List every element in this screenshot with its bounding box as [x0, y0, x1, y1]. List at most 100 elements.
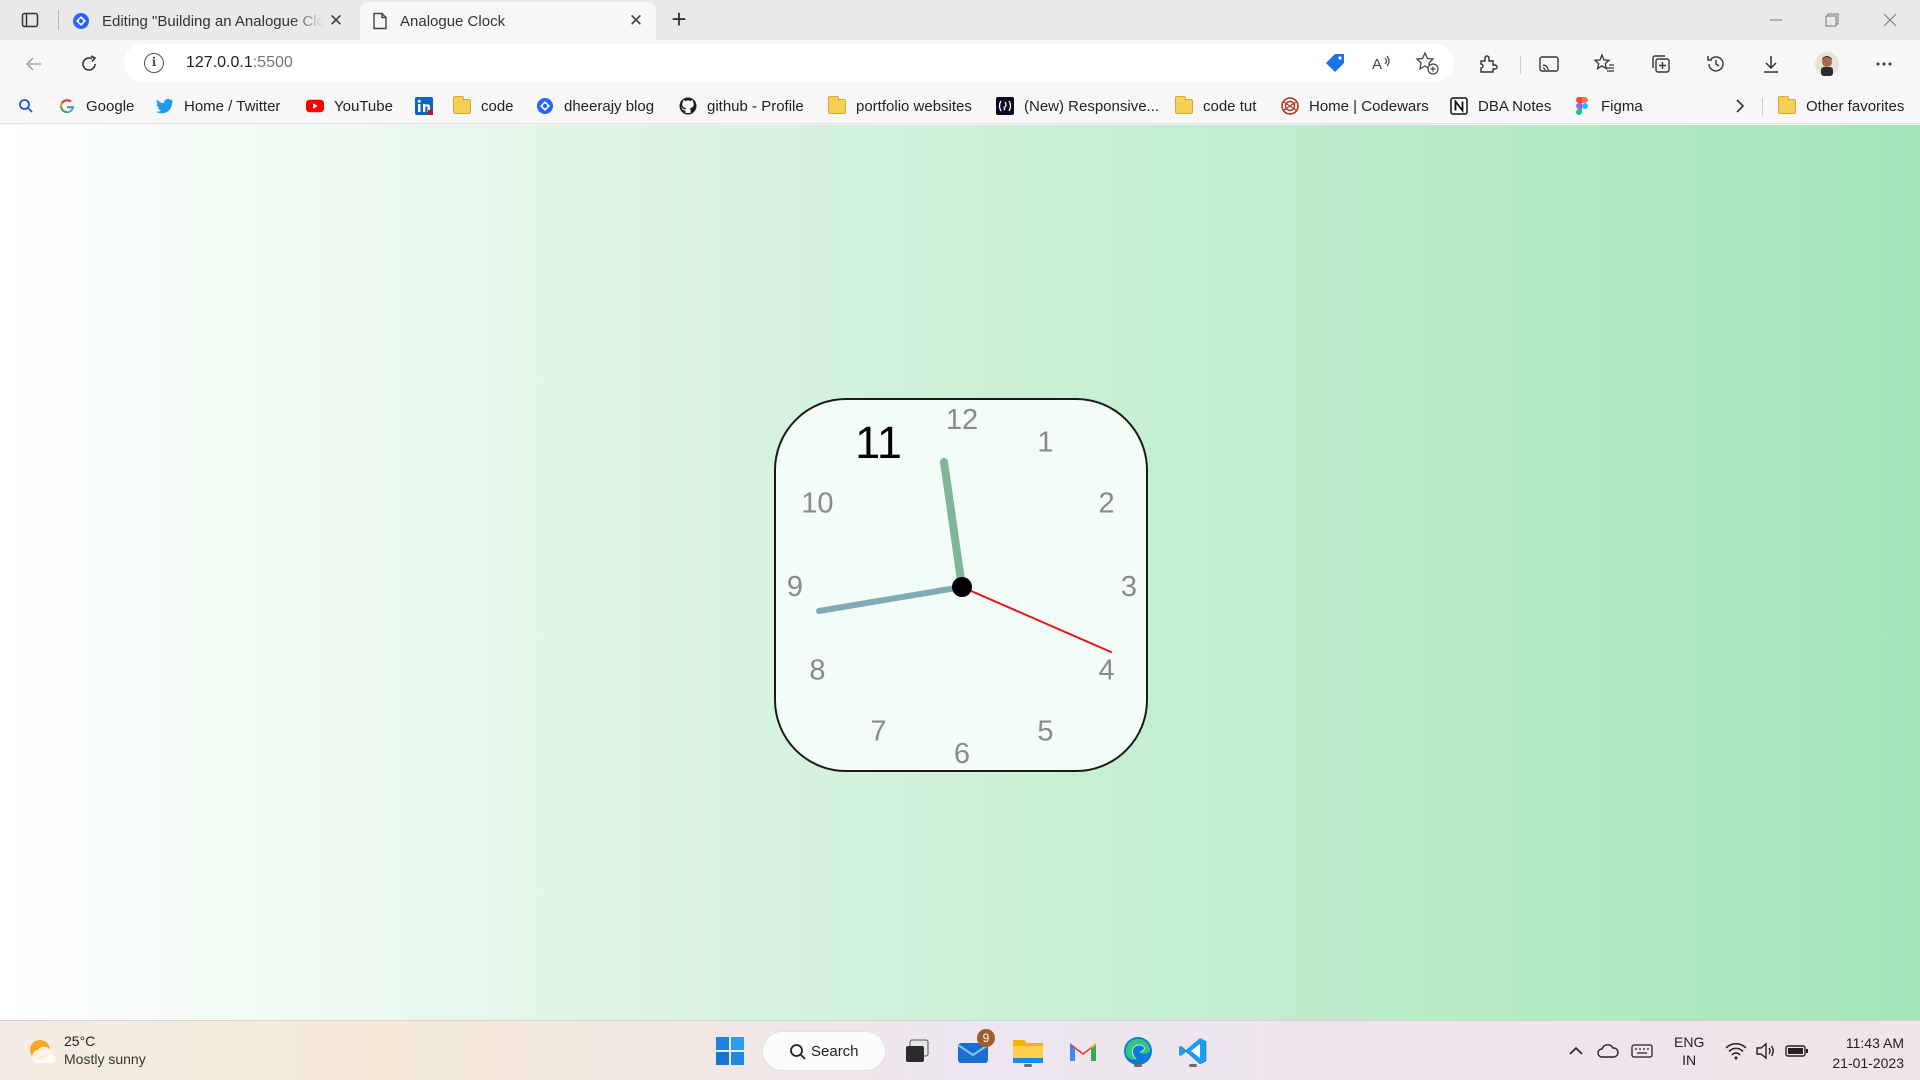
fav-github[interactable]: github - Profile	[679, 95, 804, 117]
fav-linkedin[interactable]	[415, 95, 443, 117]
settings-more-button[interactable]	[1868, 48, 1900, 80]
onedrive-button[interactable]	[1596, 1039, 1620, 1063]
history-button[interactable]	[1700, 48, 1732, 80]
folder-icon	[1778, 95, 1796, 115]
clock-center-pin	[952, 577, 972, 597]
task-view-button[interactable]	[897, 1031, 937, 1071]
add-favorite-icon[interactable]	[1414, 50, 1440, 76]
file-explorer-button[interactable]	[1008, 1031, 1048, 1071]
refresh-button[interactable]	[73, 48, 105, 80]
clock-number-2: 2	[1099, 488, 1115, 520]
profile-button[interactable]	[1811, 48, 1843, 80]
restore-icon	[1825, 13, 1839, 27]
avatar	[1815, 52, 1839, 76]
running-indicator	[1189, 1064, 1197, 1067]
tab-editing-blog[interactable]: Editing "Building an Analogue Clock ✕	[60, 2, 356, 40]
blog-icon	[536, 97, 554, 115]
fav-youtube[interactable]: YouTube	[306, 95, 393, 117]
speaker-icon	[1756, 1042, 1774, 1060]
language-code: ENG	[1674, 1034, 1705, 1050]
search-label: Search	[811, 1042, 859, 1060]
fav-twitter[interactable]: Home / Twitter	[156, 95, 280, 117]
tab-title: Analogue Clock	[400, 12, 506, 30]
fav-label: Home / Twitter	[184, 97, 281, 115]
system-time: 11:43 AM	[1845, 1035, 1904, 1051]
mail-app-button[interactable]: 9	[953, 1029, 995, 1071]
fav-codewars[interactable]: Home | Codewars	[1281, 95, 1429, 117]
wifi-status[interactable]	[1724, 1039, 1748, 1063]
refresh-icon	[82, 55, 97, 71]
folder-icon	[1175, 95, 1193, 115]
keyboard-icon	[1631, 1044, 1653, 1058]
battery-status[interactable]	[1785, 1039, 1809, 1063]
edge-blog-icon	[73, 13, 89, 29]
favorites-overflow-button[interactable]	[1734, 95, 1746, 117]
search-icon	[19, 99, 33, 113]
coupon-tag-icon[interactable]	[1322, 50, 1348, 76]
clock-number-6: 6	[954, 738, 970, 770]
restore-button[interactable]	[1804, 0, 1860, 40]
tab-title: Editing "Building an Analogue Clock	[102, 12, 324, 30]
close-window-button[interactable]	[1862, 0, 1918, 40]
fav-label: github - Profile	[707, 97, 804, 115]
system-clock[interactable]: 11:43 AM 21-01-2023	[1822, 1033, 1904, 1073]
clock-number-5: 5	[1037, 716, 1053, 748]
close-tab-icon[interactable]: ✕	[324, 9, 348, 33]
toolbar-separator	[1520, 56, 1521, 74]
download-icon	[1764, 56, 1778, 73]
show-hidden-icons-button[interactable]	[1564, 1039, 1588, 1063]
running-indicator	[1024, 1064, 1032, 1067]
analogue-clock: 12 1 2 3 4 5 6 7 8 9 10 11	[774, 398, 1148, 772]
favorites-separator	[1762, 98, 1763, 116]
fav-folder-code-tut[interactable]: code tut	[1175, 95, 1256, 117]
windows-taskbar: 25°C Mostly sunny Search 9 ENG IN 11:43 …	[0, 1020, 1920, 1080]
fav-label: portfolio websites	[856, 97, 972, 115]
gmail-button[interactable]	[1063, 1031, 1103, 1071]
clock-number-3: 3	[1121, 571, 1137, 603]
clock-number-11: 11	[855, 417, 902, 468]
minimize-icon	[1770, 19, 1782, 21]
search-icon	[790, 1044, 806, 1060]
read-aloud-icon[interactable]: A	[1368, 50, 1394, 76]
fav-other-favorites[interactable]: Other favorites	[1778, 95, 1904, 117]
fav-label: (New) Responsive...	[1024, 97, 1160, 115]
svg-text:A: A	[1372, 56, 1382, 73]
volume-status[interactable]	[1754, 1039, 1778, 1063]
tab-actions-button[interactable]	[10, 6, 50, 34]
address-text[interactable]: 127.0.0.1:5500	[186, 54, 293, 72]
collections-button[interactable]	[1645, 48, 1677, 80]
notion-icon	[1450, 97, 1468, 115]
hour-hand	[940, 458, 966, 591]
back-button[interactable]	[18, 48, 50, 80]
cast-button[interactable]	[1533, 48, 1565, 80]
fav-label: DBA Notes	[1478, 97, 1552, 115]
taskbar-search[interactable]: Search	[762, 1031, 886, 1071]
vscode-button[interactable]	[1173, 1031, 1213, 1071]
touch-keyboard-button[interactable]	[1630, 1039, 1654, 1063]
fav-freecodecamp[interactable]: (New) Responsive...	[996, 95, 1159, 117]
weather-widget[interactable]: 25°C Mostly sunny	[26, 1033, 146, 1067]
fav-google[interactable]: Google	[58, 95, 134, 117]
close-tab-icon[interactable]: ✕	[624, 9, 648, 33]
favorites-button[interactable]	[1588, 48, 1620, 80]
start-button[interactable]	[710, 1031, 750, 1071]
minimize-button[interactable]	[1748, 0, 1804, 40]
address-bar[interactable]: i 127.0.0.1:5500 A	[124, 44, 1454, 82]
tab-analogue-clock[interactable]: Analogue Clock ✕	[360, 2, 656, 40]
downloads-button[interactable]	[1755, 48, 1787, 80]
site-info-icon[interactable]: i	[144, 53, 164, 73]
extensions-button[interactable]	[1472, 48, 1504, 80]
fav-figma[interactable]: Figma	[1573, 95, 1643, 117]
fav-dheerajy-blog[interactable]: dheerajy blog	[536, 95, 654, 117]
cloud-icon	[1597, 1044, 1619, 1058]
language-region: IN	[1682, 1052, 1697, 1068]
fav-dba-notes[interactable]: DBA Notes	[1450, 95, 1551, 117]
input-language-indicator[interactable]: ENG IN	[1674, 1033, 1704, 1069]
new-tab-button[interactable]: +	[664, 6, 694, 34]
clock-number-9: 9	[787, 571, 803, 603]
fav-folder-portfolio[interactable]: portfolio websites	[828, 95, 972, 117]
fav-folder-code[interactable]: code	[453, 95, 514, 117]
page-icon	[373, 12, 387, 30]
edge-browser-button[interactable]	[1118, 1031, 1158, 1071]
favorites-search-button[interactable]	[18, 95, 34, 117]
